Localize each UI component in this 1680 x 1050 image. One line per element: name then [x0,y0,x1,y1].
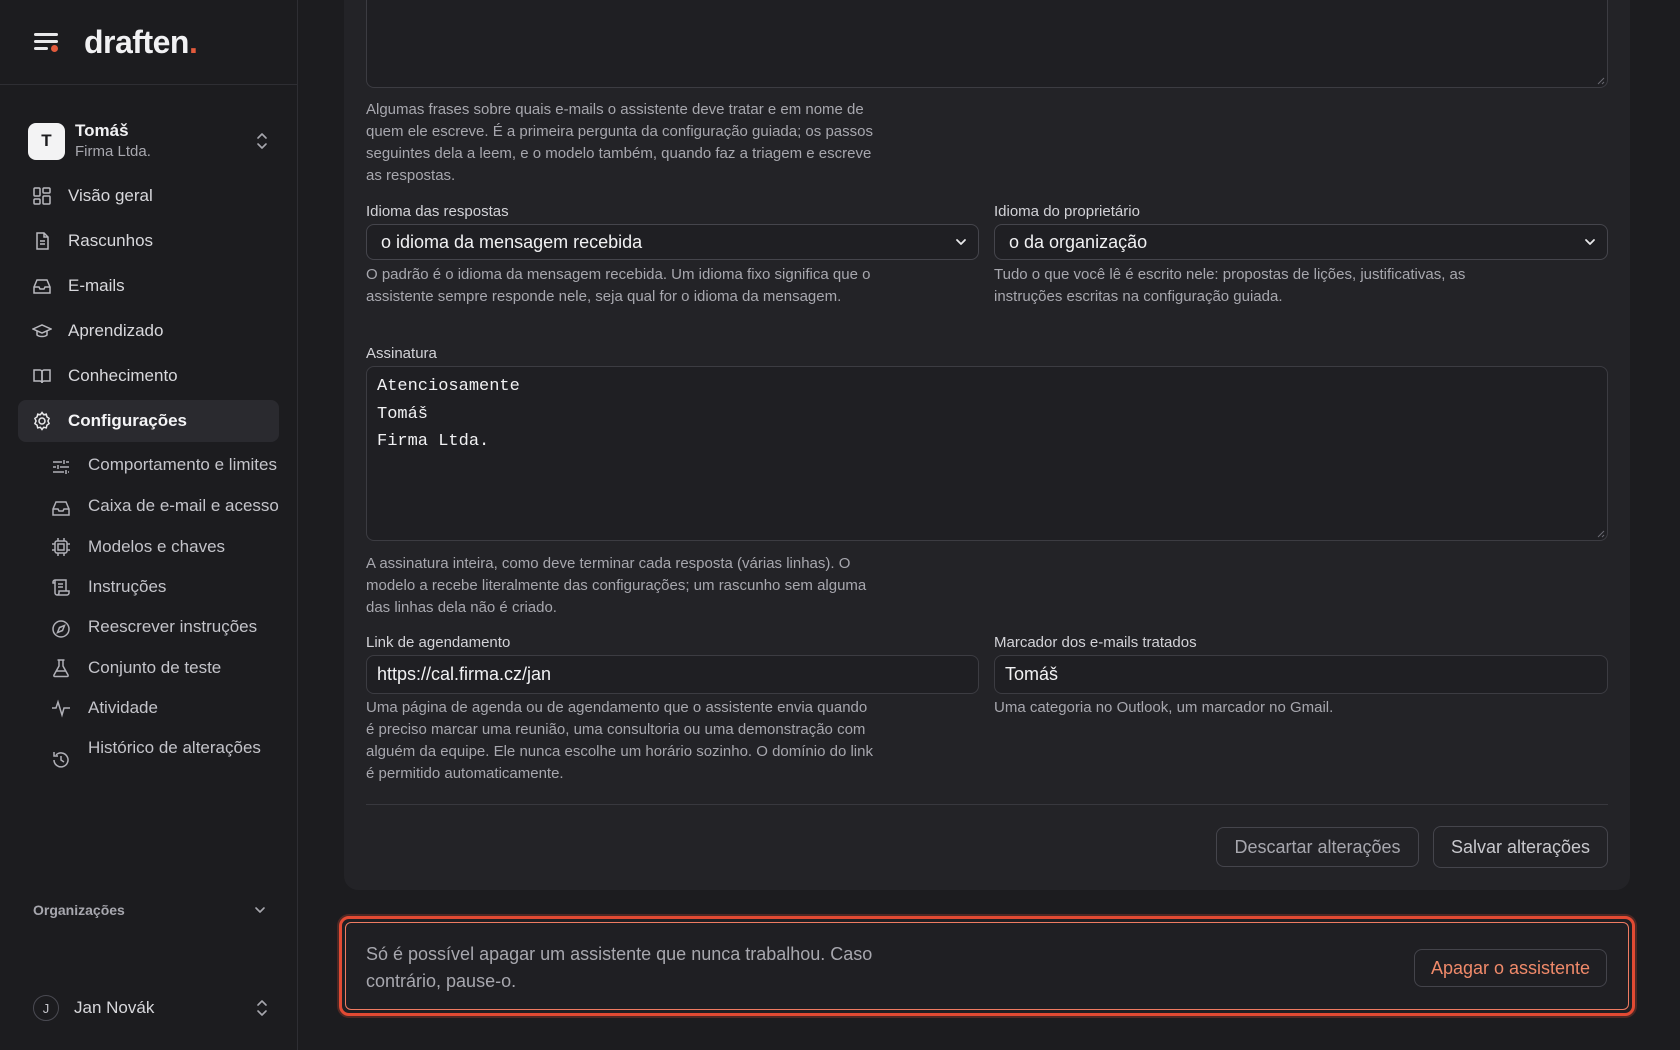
signature-textarea[interactable]: Atenciosamente Tomáš Firma Ltda. [366,366,1608,541]
owner-language-value: o da organização [1009,231,1148,252]
subnav-item-label: Reescrever instruções [88,617,258,636]
booking-link-input[interactable]: https://cal.firma.cz/jan [366,655,979,694]
history-icon [50,749,72,771]
logo[interactable]: draften. [84,24,198,61]
sidebar-item-label: Conhecimento [68,366,178,385]
user-menu[interactable]: J Jan Novák [33,993,269,1023]
subnav-item-testset[interactable]: Conjunto de teste [50,648,297,688]
activity-icon [50,697,72,719]
app: draften. T Tomáš Firma Ltda. Visão geral… [0,0,1680,1050]
sidebar-item-label: E-mails [68,276,125,295]
main-content: Algumas frases sobre quais e-mails o ass… [298,0,1680,1050]
settings-card: Algumas frases sobre quais e-mails o ass… [344,0,1630,890]
subnav-item-mailbox[interactable]: Caixa de e-mail e acesso [50,486,297,527]
reply-language-help: O padrão é o idioma da mensagem recebida… [366,266,871,305]
handled-marker-input[interactable]: Tomáš [994,655,1608,694]
handled-marker-value: Tomáš [1005,664,1059,684]
dashboard-icon [32,186,52,206]
subnav-item-behavior[interactable]: Comportamento e limites [50,445,297,486]
booking-link-value: https://cal.firma.cz/jan [377,664,552,684]
booking-link-label: Link de agendamento [366,634,511,651]
chip-icon [50,536,72,558]
danger-zone-text: Só é possível apagar um assistente que n… [366,944,873,991]
sliders-icon [50,456,72,478]
document-icon [32,231,52,251]
signature-line: Tomáš [377,404,429,424]
sidebar-item-label: Visão geral [68,186,153,205]
chevron-down-icon [956,239,966,245]
account-company: Firma Ltda. [75,143,151,160]
chevron-up-down-icon [257,133,267,149]
gear-icon [32,411,52,431]
subnav-item-rewrite[interactable]: Reescrever instruções [50,607,297,648]
subnav-item-label: Caixa de e-mail e acesso [88,496,279,515]
subnav-item-label: Histórico de alterações [88,738,261,757]
owner-language-help: Tudo o que você lê é escrito nele: propo… [994,266,1466,305]
delete-assistant-button[interactable]: Apagar o assistente [1414,949,1607,987]
sidebar-item-knowledge[interactable]: Conhecimento [18,355,279,397]
subnav-item-label: Conjunto de teste [88,658,222,677]
book-icon [32,366,52,386]
subnav-item-label: Atividade [88,698,158,717]
reply-language-label: Idioma das respostas [366,203,509,220]
sidebar-item-settings[interactable]: Configurações [18,400,279,442]
account-switcher[interactable]: T Tomáš Firma Ltda. [0,115,297,167]
subnav-item-label: Modelos e chaves [88,537,226,556]
signature-label: Assinatura [366,345,437,362]
sidebar-item-label: Rascunhos [68,231,154,250]
resize-handle-icon[interactable] [1595,528,1605,538]
avatar: T [28,122,65,160]
settings-subnav: Comportamento e limites Caixa de e-mail … [0,445,297,779]
inbox-icon [32,276,52,296]
subnav-item-history[interactable]: Histórico de alterações [50,728,297,779]
flask-icon [50,657,72,679]
organizations-toggle[interactable]: Organizações [33,902,267,918]
scope-help: Algumas frases sobre quais e-mails o ass… [366,101,873,184]
handled-marker-help: Uma categoria no Outlook, um marcador no… [994,699,1334,716]
account-name: Tomáš [75,121,129,140]
sidebar-item-label: Aprendizado [68,321,164,340]
owner-language-select[interactable]: o da organização [994,224,1608,260]
reply-language-select[interactable]: o idioma da mensagem recebida [366,224,979,260]
sidebar: draften. T Tomáš Firma Ltda. Visão geral… [0,0,298,1050]
main-nav: Visão geral Rascunhos E-mails Aprendizad… [0,175,297,442]
user-name: Jan Novák [74,998,155,1017]
danger-zone: Só é possível apagar um assistente que n… [339,916,1635,1016]
subnav-item-label: Instruções [88,577,167,596]
reply-language-value: o idioma da mensagem recebida [381,231,643,252]
subnav-item-models[interactable]: Modelos e chaves [50,527,297,567]
sidebar-item-label: Configurações [68,411,188,430]
owner-language-label: Idioma do proprietário [994,203,1140,220]
subnav-item-activity[interactable]: Atividade [50,688,297,728]
subnav-item-instructions[interactable]: Instruções [50,567,297,607]
chevron-up-down-icon [257,1000,267,1016]
sidebar-item-emails[interactable]: E-mails [18,265,279,307]
divider [366,804,1608,805]
brand-header: draften. [0,0,297,85]
chevron-down-icon [255,907,265,913]
inbox-icon [50,497,72,519]
booking-link-help: Uma página de agenda ou de agendamento q… [366,699,873,782]
handled-marker-label: Marcador dos e-mails tratados [994,634,1197,651]
signature-line: Atenciosamente [377,377,520,396]
resize-handle-icon[interactable] [1595,75,1605,85]
sidebar-item-drafts[interactable]: Rascunhos [18,220,279,262]
sidebar-item-learning[interactable]: Aprendizado [18,310,279,352]
scope-textarea[interactable] [366,0,1608,88]
graduation-cap-icon [32,321,52,341]
user-avatar: J [33,995,59,1021]
signature-help: A assinatura inteira, como deve terminar… [366,555,867,616]
compass-icon [50,618,72,640]
save-changes-button[interactable]: Salvar alterações [1433,826,1608,868]
discard-changes-button[interactable]: Descartar alterações [1216,827,1419,867]
chevron-down-icon [1585,239,1595,245]
subnav-item-label: Comportamento e limites [88,455,277,474]
signature-line: Firma Ltda. [377,432,490,451]
menu-icon[interactable] [32,31,60,53]
scroll-icon [50,576,72,598]
organizations-label: Organizações [33,902,125,918]
sidebar-item-overview[interactable]: Visão geral [18,175,279,217]
